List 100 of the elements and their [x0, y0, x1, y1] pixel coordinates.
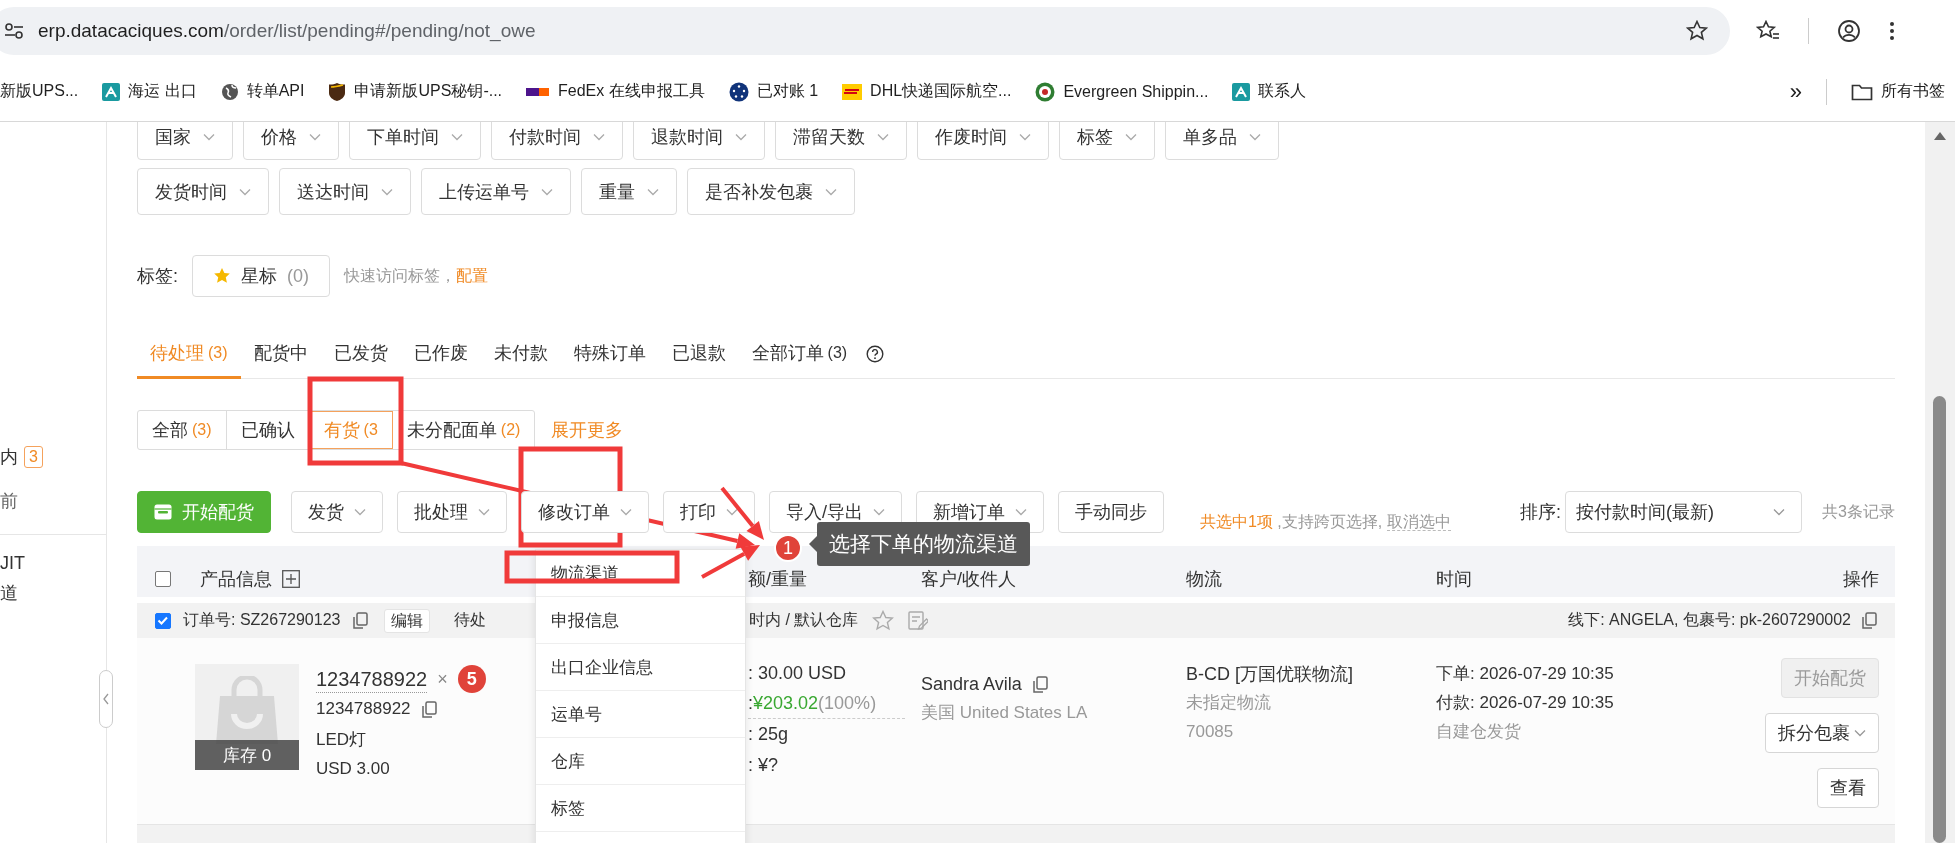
filter-dropdown[interactable]: 标签 — [1059, 122, 1155, 160]
tab[interactable]: 已退款 — [658, 330, 739, 379]
caret-icon — [239, 187, 251, 196]
bookmark[interactable]: FedEx 在线申报工具 — [526, 81, 705, 102]
tab[interactable]: 已发货 — [320, 330, 401, 379]
product-title-link[interactable]: 1234788922 — [316, 665, 428, 693]
tray-icon — [154, 504, 172, 520]
menu-item[interactable]: 标签 — [551, 796, 585, 820]
caret-icon — [647, 187, 659, 196]
menu-item[interactable]: 仓库 — [551, 749, 585, 773]
column-header: 客户/收件人 — [921, 569, 1016, 589]
status-text: 待处 — [454, 610, 487, 630]
product-name: LED灯 — [316, 728, 367, 751]
tooltip-pointer-icon — [809, 536, 817, 552]
bookmark[interactable]: 已对账 1 — [728, 81, 819, 102]
caret-icon — [1249, 132, 1261, 141]
bookmark[interactable]: Evergreen Shippin... — [1035, 81, 1209, 102]
bookmark[interactable]: 申请新版UPS秘钥-... — [328, 81, 503, 102]
caret-icon — [1125, 132, 1137, 141]
bookmark[interactable]: 转单API — [220, 81, 305, 102]
app-icon — [102, 82, 121, 101]
column-header: 产品信息 — [200, 568, 272, 591]
carrier-text: 未指定物流 — [1186, 692, 1271, 714]
edit-button[interactable]: 编辑 — [384, 608, 431, 633]
filter-dropdown[interactable]: 付款时间 — [491, 122, 623, 160]
filter-dropdown[interactable]: 作废时间 — [917, 122, 1049, 160]
sidebar-item[interactable]: 前 — [0, 486, 106, 516]
filter-dropdown[interactable]: 国家 — [137, 122, 233, 160]
dropdown-button[interactable]: 打印 — [663, 491, 755, 533]
caret-icon — [825, 187, 837, 196]
remove-button[interactable]: × — [437, 668, 448, 690]
bookmark[interactable]: 海运 出口 — [102, 81, 197, 102]
dropdown-button[interactable]: 修改订单 — [521, 491, 649, 533]
filter-dropdown[interactable]: 重量 — [581, 168, 677, 215]
filter-dropdown[interactable]: 上传运单号 — [421, 168, 571, 215]
all-bookmarks-button[interactable]: 所有书签 — [1851, 81, 1945, 102]
tracking-code: 70085 — [1186, 721, 1234, 742]
column-header: 额/重量 — [748, 569, 807, 589]
filter-dropdown[interactable]: 是否补发包裹 — [687, 168, 855, 215]
customer-address: 美国 United States LA — [921, 701, 1088, 724]
filter-dropdown[interactable]: 单多品 — [1165, 122, 1279, 160]
action-button[interactable]: 查看 — [1817, 768, 1879, 808]
bookmark[interactable]: 联系人 — [1232, 81, 1307, 102]
menu-item[interactable]: 出口企业信息 — [551, 655, 653, 679]
courier-logo-icon — [842, 83, 863, 100]
sidebar-item[interactable]: 道 — [0, 578, 106, 608]
amount-line: : 30.00 USD — [748, 662, 848, 685]
collapse-handle[interactable] — [99, 670, 113, 728]
amount-line: : 25g — [748, 723, 790, 746]
parcel-logo-icon — [526, 85, 551, 98]
sidebar-item[interactable]: 内 3 — [0, 442, 106, 472]
scrollbar-thumb[interactable] — [1933, 396, 1946, 843]
order-time: 下单: 2026-07-29 10:35 — [1436, 663, 1614, 685]
tab[interactable]: 配货中 — [240, 330, 321, 379]
filter-tab[interactable]: 未分配面单 (2) — [392, 411, 535, 449]
starred-tag-button[interactable]: 星标 (0) — [192, 255, 330, 297]
sync-button[interactable]: 手动同步 — [1058, 491, 1164, 533]
bookmark[interactable]: 新版UPS... — [0, 81, 79, 102]
chevron-left-icon — [103, 693, 109, 705]
amount-line: : ¥? — [748, 754, 780, 777]
expand-icon — [282, 570, 300, 588]
filter-dropdown[interactable]: 退款时间 — [633, 122, 765, 160]
sort-select[interactable]: 按付款时间(最新) — [1565, 491, 1803, 533]
fulfillment-text: 自建仓发货 — [1436, 721, 1521, 743]
filter-dropdown[interactable]: 价格 — [243, 122, 339, 160]
dropdown-button[interactable]: 发货 — [291, 491, 383, 533]
caret-icon — [1019, 132, 1031, 141]
address-bar[interactable]: erp.datacaciques.com/order/list/pending#/pending/not_owe — [0, 7, 1730, 55]
filter-tab[interactable]: 全部 (3) — [138, 411, 227, 449]
sidebar-item[interactable]: JIT — [0, 548, 106, 578]
caret-icon — [1854, 729, 1866, 737]
dropdown-button[interactable]: 批处理 — [397, 491, 507, 533]
menu-item[interactable]: 申报信息 — [551, 608, 619, 632]
filter-dropdown[interactable]: 滞留天数 — [775, 122, 907, 160]
caret-icon — [1773, 508, 1786, 516]
menu-icon — [1889, 21, 1895, 41]
more-bookmarks-button[interactable]: » — [1789, 78, 1802, 105]
caret-icon — [478, 508, 490, 516]
tab[interactable]: 特殊订单 — [560, 330, 659, 379]
caret-icon — [726, 508, 738, 516]
tab[interactable]: 全部订单 (3) — [738, 330, 861, 379]
filter-tab[interactable]: 已确认 — [226, 411, 310, 449]
tab[interactable]: 已作废 — [400, 330, 481, 379]
caret-icon — [620, 508, 632, 516]
select-all-checkbox[interactable] — [155, 571, 171, 587]
tab[interactable]: 未付款 — [480, 330, 561, 379]
bookmark[interactable]: DHL快递国际航空... — [842, 81, 1012, 102]
tune-icon — [4, 22, 24, 40]
filter-dropdown[interactable]: 发货时间 — [137, 168, 269, 215]
menu-item[interactable]: 运单号 — [551, 702, 602, 726]
filter-dropdown[interactable]: 下单时间 — [349, 122, 481, 160]
hint-text: 快速访问标签， — [344, 265, 456, 286]
action-button[interactable]: 拆分包裹 — [1765, 713, 1879, 753]
checkbox[interactable] — [155, 612, 171, 629]
selection-hint: ,支持跨页选择, — [1276, 513, 1384, 530]
filter-dropdown[interactable]: 送达时间 — [279, 168, 411, 215]
tags-label: 标签: — [137, 265, 178, 288]
copy-icon — [1861, 612, 1877, 629]
scroll-up-icon — [1934, 132, 1946, 140]
caret-icon — [309, 132, 321, 141]
